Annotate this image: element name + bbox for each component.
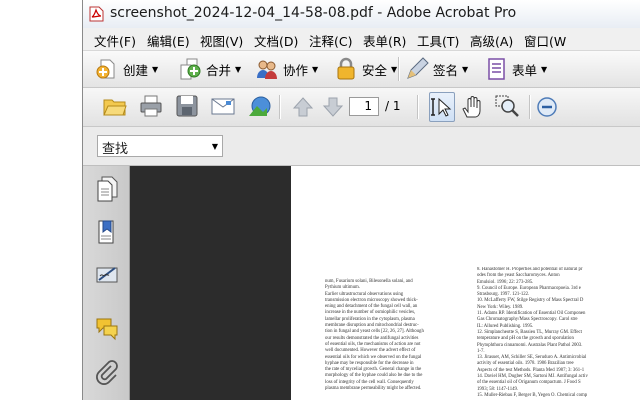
acrobat-window: screenshot_2024-12-04_14-58-08.pdf - Ado… [82,0,640,400]
combine-dropdown-icon: ▼ [235,64,242,74]
menu-comments[interactable]: 注释(C) [309,31,352,50]
pages-icon[interactable] [95,176,119,202]
find-input[interactable]: 查找 ▼ [97,135,223,157]
navigation-pane [83,166,130,400]
hand-tool-icon[interactable] [460,95,484,119]
toolbar-separator [279,95,281,119]
task-toolbar: 创建 ▼ 合并 ▼ 协作 ▼ 安全 ▼ 签名 ▼ 表单 ▼ [83,51,640,88]
comments-icon[interactable] [95,316,119,342]
title-bar: screenshot_2024-12-04_14-58-08.pdf - Ado… [83,0,640,28]
bookmarks-icon[interactable] [95,219,119,245]
zoom-tool-icon[interactable] [495,95,519,119]
left-text-column: num, Fusarium solani, Bilesonella solani… [325,279,465,392]
sign-dropdown-icon: ▼ [462,64,469,74]
attachments-icon[interactable] [95,360,119,386]
create-dropdown-icon: ▼ [152,64,159,74]
collaborate-dropdown-icon: ▼ [312,64,319,74]
menu-window[interactable]: 窗口(W [524,31,566,50]
secure-dropdown-icon: ▼ [391,64,398,74]
collaborate-label: 协作 [283,62,309,78]
toolbar-separator [417,95,419,119]
page-number-input[interactable]: 1 [349,97,379,116]
find-toolbar: 查找 ▼ [83,127,640,166]
combine-label: 合并 [206,62,232,78]
pdf-app-icon [89,6,104,22]
pen-icon [407,57,429,79]
menu-edit[interactable]: 编辑(E) [147,31,190,50]
menu-advanced[interactable]: 高级(A) [470,31,513,50]
up-arrow-icon[interactable] [291,95,315,119]
down-arrow-icon[interactable] [321,95,345,119]
window-title: screenshot_2024-12-04_14-58-08.pdf - Ado… [110,5,517,21]
zoom-out-icon[interactable] [535,95,559,119]
right-text-column: 8. Hanastomer H. Properties and potentia… [477,267,637,399]
select-tool-icon [431,97,452,117]
menu-forms[interactable]: 表单(R) [363,31,406,50]
menu-tools[interactable]: 工具(T) [417,31,459,50]
collaborate-button[interactable]: 协作 ▼ [255,56,318,82]
secure-button[interactable]: 安全 ▼ [334,56,397,82]
collaborate-icon [257,60,277,79]
find-input-text: 查找 [102,142,129,157]
menu-view[interactable]: 视图(V) [200,31,243,50]
sign-button[interactable]: 签名 ▼ [405,56,468,82]
menu-bar: 文件(F) 编辑(E) 视图(V) 文档(D) 注释(C) 表单(R) 工具(T… [83,28,640,51]
find-dropdown-icon[interactable]: ▼ [212,142,218,151]
forms-label: 表单 [512,62,538,78]
text-line: plasma membrane permeability might be af… [325,386,422,392]
open-folder-icon[interactable] [103,94,127,118]
lock-icon [337,57,355,80]
email-icon[interactable] [211,94,235,118]
menu-file[interactable]: 文件(F) [94,31,136,50]
forms-icon [488,58,505,80]
document-view[interactable]: num, Fusarium solani, Bilesonella solani… [130,166,640,400]
print-icon[interactable] [139,94,163,118]
page-total: / 1 [385,99,401,113]
create-icon [96,59,115,79]
combine-icon [180,58,201,80]
secure-label: 安全 [362,62,388,78]
pdf-page: num, Fusarium solani, Bilesonella solani… [291,166,640,400]
reference-line: 15. Muller-Riebau F, Berger B, Yegen O. … [477,392,588,398]
combine-button[interactable]: 合并 ▼ [178,56,241,82]
toolbar-separator [398,57,400,81]
create-button[interactable]: 创建 ▼ [95,56,158,82]
forms-button[interactable]: 表单 ▼ [484,56,547,82]
save-icon[interactable] [175,94,199,118]
upload-icon[interactable] [247,94,271,118]
sign-label: 签名 [433,62,459,78]
toolbar-separator [529,95,531,119]
create-label: 创建 [123,62,149,78]
forms-dropdown-icon: ▼ [541,64,548,74]
menu-document[interactable]: 文档(D) [254,31,298,50]
signatures-icon[interactable] [95,262,119,288]
